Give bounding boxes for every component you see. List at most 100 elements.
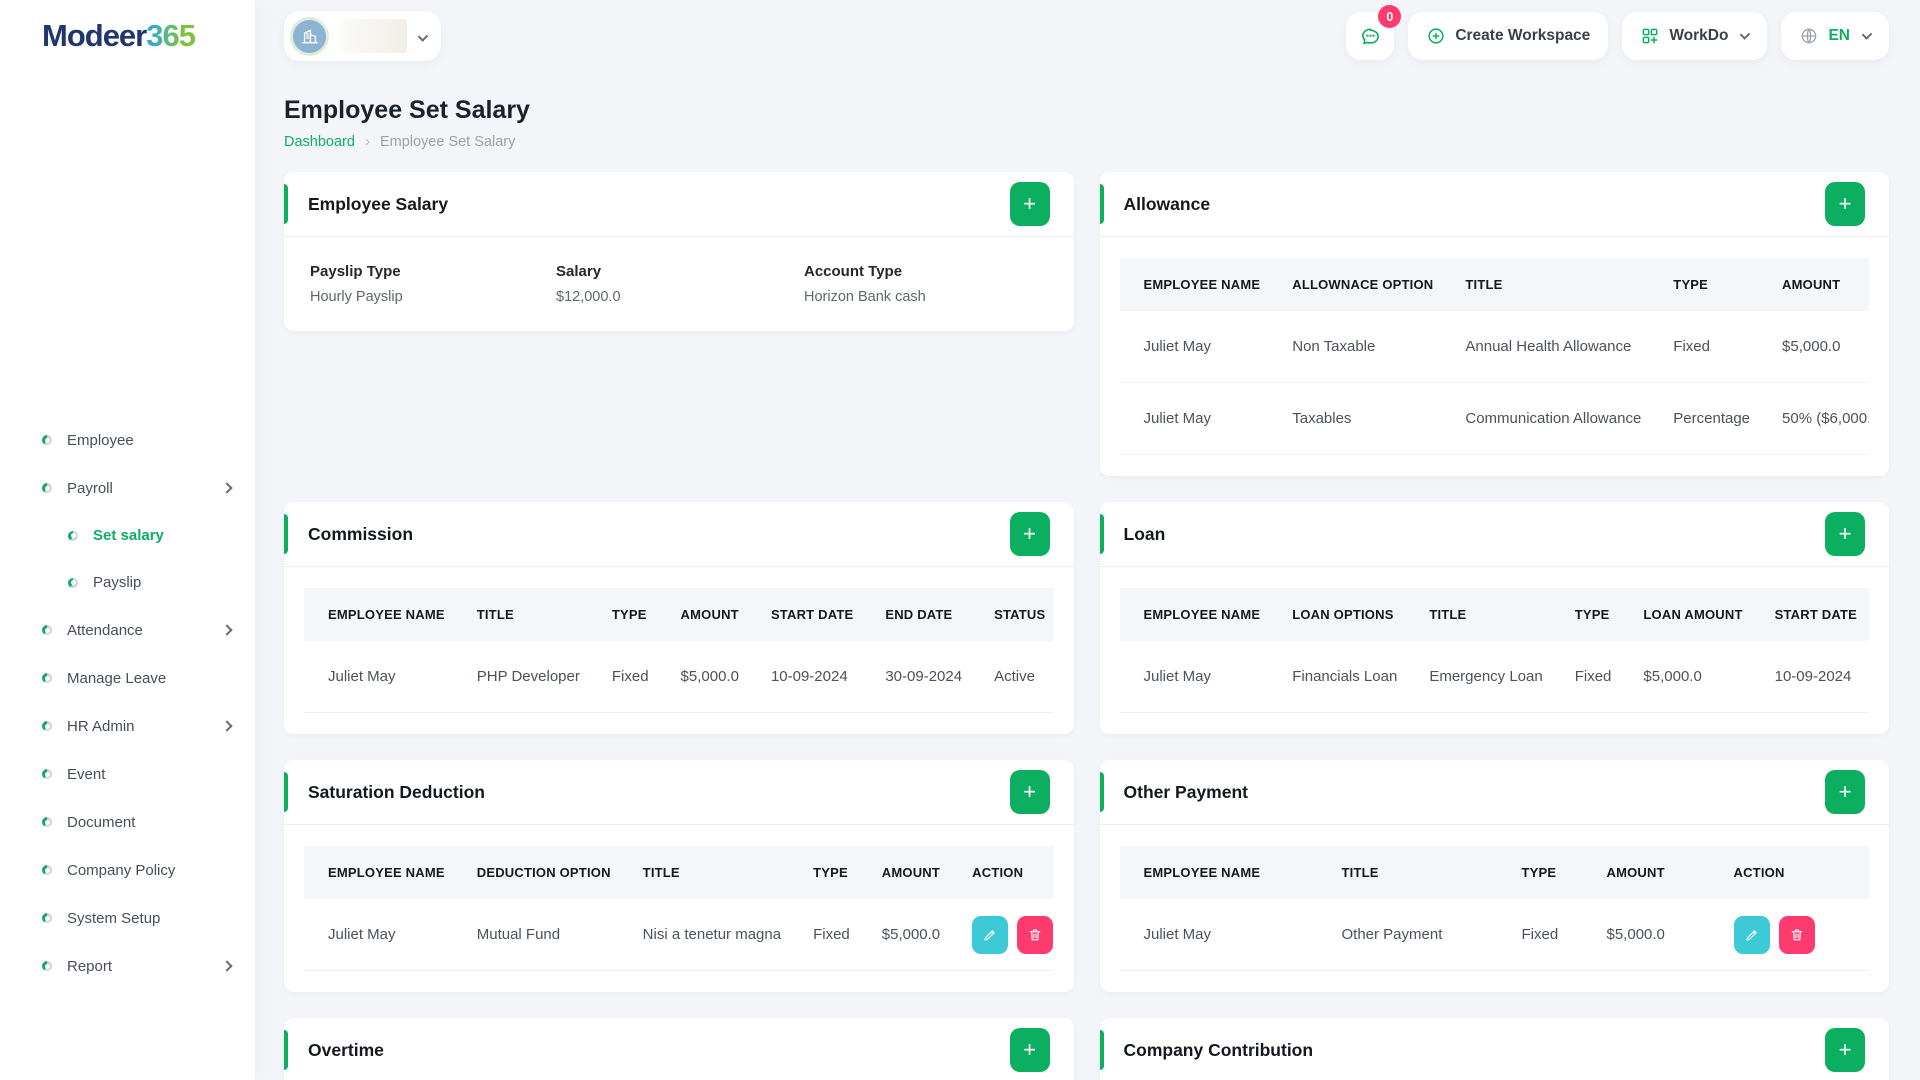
workdo-menu-button[interactable]: WorkDo (1622, 12, 1767, 60)
sidebar-item-label: Set salary (93, 527, 164, 544)
breadcrumb-separator-icon: › (365, 133, 370, 150)
table-wrapper: EMPLOYEE NAMETITLETYPEAMOUNTACTIONJuliet… (1120, 846, 1870, 971)
sidebar-item-report[interactable]: Report (14, 946, 245, 986)
field-value: Horizon Bank cash (804, 289, 926, 305)
table-cell: 10-09-2024 (755, 641, 869, 713)
bullet-icon (68, 578, 78, 588)
card-header: Overtime + (284, 1018, 1074, 1080)
sidebar-item-event[interactable]: Event (14, 754, 245, 794)
bullet-icon (42, 483, 52, 493)
chevron-down-icon (1740, 29, 1751, 40)
column-header: ACTION (956, 846, 1053, 899)
card-header: Employee Salary + (284, 172, 1074, 237)
sidebar: Modeer365 RetainerInvoicePurchasesProjec… (0, 0, 255, 1080)
table-cell: Juliet May (1120, 899, 1326, 971)
column-header: TYPE (1657, 258, 1766, 311)
card-title: Company Contribution (1124, 1040, 1314, 1061)
field-label: Payslip Type (310, 263, 556, 280)
edit-button[interactable] (1734, 916, 1770, 954)
table-cell: 10-09-2024 (1759, 641, 1869, 713)
table-wrapper: EMPLOYEE NAMELOAN OPTIONSTITLETYPELOAN A… (1120, 588, 1870, 713)
salary-details: Payslip Type Hourly Payslip Salary $12,0… (284, 237, 1074, 331)
create-workspace-button[interactable]: Create Workspace (1408, 12, 1608, 60)
sidebar-item-attendance[interactable]: Attendance (14, 610, 245, 650)
breadcrumb-current: Employee Set Salary (380, 134, 515, 150)
page-content: Employee Set Salary Dashboard › Employee… (255, 96, 1920, 1080)
table-cell: Juliet May (1120, 641, 1277, 713)
card-title: Overtime (308, 1040, 384, 1061)
table-cell: Juliet May (1120, 383, 1277, 455)
card-title: Loan (1124, 524, 1166, 545)
table-cell: Taxables (1276, 383, 1449, 455)
chevron-down-icon (1862, 29, 1873, 40)
add-employee-salary-button[interactable]: + (1010, 182, 1050, 226)
sidebar-item-system-setup[interactable]: System Setup (14, 898, 245, 938)
sidebar-item-label: Attendance (67, 622, 143, 639)
add-overtime-button[interactable]: + (1010, 1028, 1050, 1072)
table-wrapper: EMPLOYEE NAMETITLETYPEAMOUNTSTART DATEEN… (304, 588, 1054, 713)
sidebar-item-employee[interactable]: Employee (14, 420, 245, 460)
bullet-icon (68, 531, 78, 541)
workspace-selector[interactable] (284, 11, 441, 61)
table-cell: Annual Health Allowance (1449, 311, 1657, 383)
sidebar-item-set-salary[interactable]: Set salary (14, 516, 245, 555)
add-saturation-deduction-button[interactable]: + (1010, 770, 1050, 814)
edit-button[interactable] (972, 916, 1008, 954)
table-cell: $5,000.0 (665, 641, 755, 713)
workdo-label: WorkDo (1669, 27, 1728, 45)
add-allowance-button[interactable]: + (1825, 182, 1865, 226)
sidebar-item-label: Report (67, 958, 112, 975)
add-other-payment-button[interactable]: + (1825, 770, 1865, 814)
building-icon (300, 26, 320, 46)
topbar-actions: 0 Create Workspace WorkDo EN (1346, 12, 1889, 60)
other-payment-table: EMPLOYEE NAMETITLETYPEAMOUNTACTIONJuliet… (1120, 846, 1870, 971)
table-cell: $5,000.0 (1766, 311, 1869, 383)
table-row: Juliet MayTaxablesCommunication Allowanc… (1120, 383, 1870, 455)
table-wrapper: EMPLOYEE NAMEDEDUCTION OPTIONTITLETYPEAM… (304, 846, 1054, 971)
app-logo: Modeer365 (0, 0, 255, 72)
table-cell: Fixed (1657, 311, 1766, 383)
sidebar-item-payroll[interactable]: Payroll (14, 468, 245, 508)
add-commission-button[interactable]: + (1010, 512, 1050, 556)
saturation-deduction-card: Saturation Deduction + EMPLOYEE NAMEDEDU… (284, 760, 1074, 992)
card-header: Allowance + (1100, 172, 1890, 237)
bullet-icon (42, 435, 52, 445)
language-selector[interactable]: EN (1781, 12, 1889, 60)
sidebar-item-payslip[interactable]: Payslip (14, 563, 245, 602)
add-company-contribution-button[interactable]: + (1825, 1028, 1865, 1072)
sidebar-item-document[interactable]: Document (14, 802, 245, 842)
messages-button[interactable]: 0 (1346, 12, 1394, 60)
table-cell: Juliet May (1120, 311, 1277, 383)
sidebar-menu: RetainerInvoicePurchasesProjectsAccounti… (0, 72, 255, 1080)
sidebar-item-hr-admin[interactable]: HR Admin (14, 706, 245, 746)
column-header: AMOUNT (866, 846, 956, 899)
table-cell: $5,000.0 (1591, 899, 1718, 971)
add-loan-button[interactable]: + (1825, 512, 1865, 556)
column-header: START DATE (1759, 588, 1869, 641)
field-label: Account Type (804, 263, 926, 280)
column-header: TYPE (1559, 588, 1628, 641)
delete-button[interactable] (1017, 916, 1053, 954)
chevron-right-icon (221, 624, 232, 635)
delete-button[interactable] (1779, 916, 1815, 954)
messages-badge: 0 (1378, 5, 1401, 28)
table-cell: $5,000.0 (1627, 641, 1758, 713)
saturation-deduction-table: EMPLOYEE NAMEDEDUCTION OPTIONTITLETYPEAM… (304, 846, 1054, 971)
table-cell: Percentage (1657, 383, 1766, 455)
sidebar-item-company-policy[interactable]: Company Policy (14, 850, 245, 890)
main-area: 0 Create Workspace WorkDo EN Employee Se… (255, 0, 1920, 1080)
table-cell: Communication Allowance (1449, 383, 1657, 455)
topbar: 0 Create Workspace WorkDo EN (255, 0, 1920, 72)
grid-plus-icon (1640, 26, 1660, 46)
breadcrumb-dashboard-link[interactable]: Dashboard (284, 134, 355, 150)
field-value: Hourly Payslip (310, 289, 556, 305)
card-header: Commission + (284, 502, 1074, 567)
allowance-card: Allowance + EMPLOYEE NAMEALLOWNACE OPTIO… (1100, 172, 1890, 476)
table-cell: Other Payment (1326, 899, 1506, 971)
table-cell: Non Taxable (1276, 311, 1449, 383)
create-workspace-label: Create Workspace (1455, 27, 1590, 45)
chevron-right-icon (221, 482, 232, 493)
column-header: TYPE (596, 588, 665, 641)
sidebar-item-label: HR Admin (67, 718, 135, 735)
sidebar-item-manage-leave[interactable]: Manage Leave (14, 658, 245, 698)
